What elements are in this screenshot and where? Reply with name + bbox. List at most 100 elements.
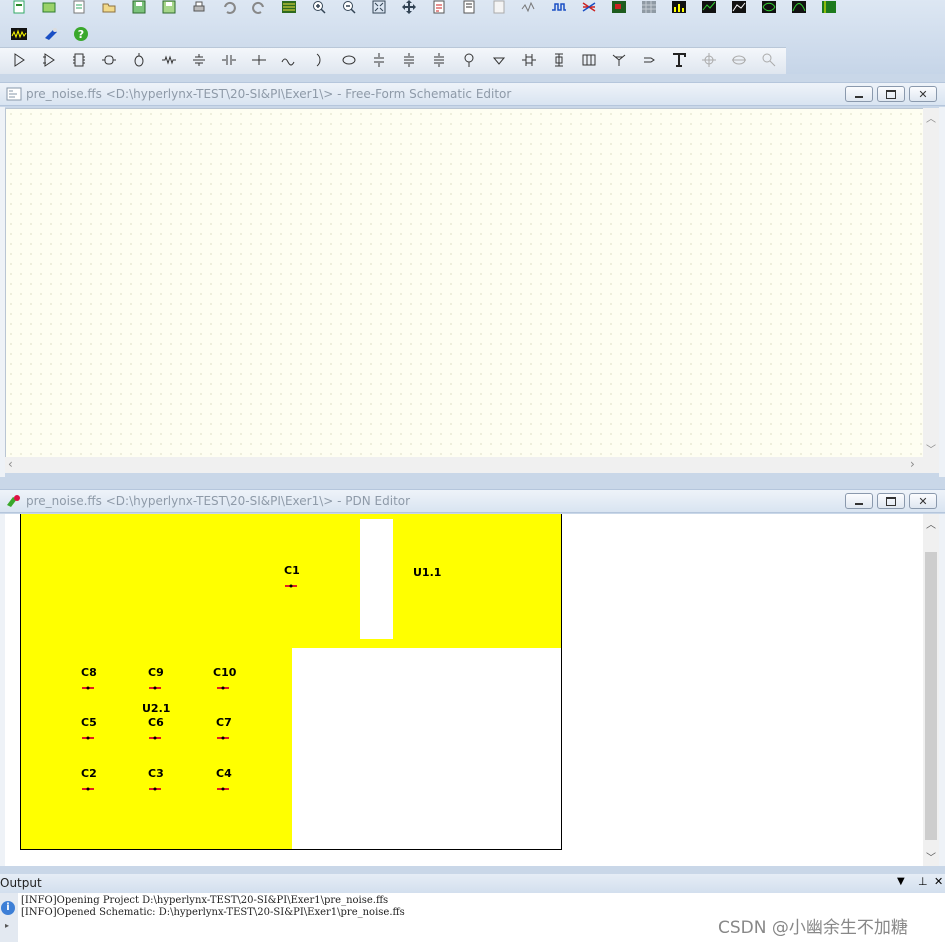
- schematic-horizontal-scrollbar[interactable]: ‹ ›: [5, 457, 923, 473]
- pan-icon[interactable]: [398, 0, 420, 18]
- scroll-down-arrow-icon[interactable]: ﹀: [926, 441, 936, 456]
- board-viewer-icon[interactable]: [278, 0, 300, 18]
- differential-line-icon[interactable]: [398, 49, 420, 71]
- minimize-button[interactable]: [845, 493, 873, 509]
- scroll-left-arrow-icon[interactable]: ‹: [8, 457, 13, 471]
- oscilloscope-icon[interactable]: [548, 0, 570, 18]
- scroll-up-arrow-icon[interactable]: ︿: [926, 110, 936, 125]
- ground-cap-icon[interactable]: [248, 49, 270, 71]
- close-icon[interactable]: ✕: [934, 875, 943, 888]
- eye-diagram-icon[interactable]: [758, 0, 780, 18]
- restore-button[interactable]: [877, 86, 905, 102]
- capacitor-marker-icon[interactable]: [149, 729, 161, 740]
- netlist-icon[interactable]: [458, 0, 480, 18]
- zoom-out-icon[interactable]: [338, 0, 360, 18]
- pdn-vertical-scrollbar[interactable]: ︿ ﹀: [923, 514, 939, 866]
- split-icon[interactable]: [518, 49, 540, 71]
- capacitor-marker-icon[interactable]: [285, 577, 297, 588]
- text-tool-icon[interactable]: [668, 49, 690, 71]
- capacitor-marker-icon[interactable]: [217, 780, 229, 791]
- component-c1[interactable]: C1: [284, 564, 300, 577]
- dropdown-arrow-icon[interactable]: ▼: [897, 876, 905, 887]
- pin-icon[interactable]: ⊥: [918, 875, 928, 888]
- package-icon[interactable]: [128, 49, 150, 71]
- capacitor-marker-icon[interactable]: [149, 679, 161, 690]
- inductor-icon[interactable]: [218, 49, 240, 71]
- open-file-icon[interactable]: [98, 0, 120, 18]
- component-c7[interactable]: C7: [216, 716, 232, 729]
- ground-icon[interactable]: [458, 49, 480, 71]
- capacitor-icon[interactable]: [188, 49, 210, 71]
- document-icon[interactable]: [488, 0, 510, 18]
- buffer-icon[interactable]: [8, 49, 30, 71]
- via-icon[interactable]: [338, 49, 360, 71]
- expand-arrow-icon[interactable]: ▸: [5, 921, 9, 930]
- component-c4[interactable]: C4: [216, 767, 232, 780]
- bar-chart-icon[interactable]: [668, 0, 690, 18]
- run-simulation-icon[interactable]: [6, 23, 32, 45]
- crosshair-icon[interactable]: [698, 49, 720, 71]
- stackup-line-icon[interactable]: [368, 49, 390, 71]
- component-c10[interactable]: C10: [213, 666, 236, 679]
- component-u2-1[interactable]: U2.1: [142, 702, 170, 715]
- board-3d-icon[interactable]: [608, 0, 630, 18]
- scroll-up-arrow-icon[interactable]: ︿: [926, 516, 936, 531]
- component-u1-1[interactable]: U1.1: [413, 566, 441, 579]
- report-icon[interactable]: [428, 0, 450, 18]
- zoom-in-icon[interactable]: [308, 0, 330, 18]
- open-schematic-icon[interactable]: [38, 0, 60, 18]
- bus-icon[interactable]: [578, 49, 600, 71]
- print-icon[interactable]: [188, 0, 210, 18]
- output-panel-body[interactable]: i ▸ [INFO]Opening Project D:\hyperlynx-T…: [0, 893, 945, 942]
- scrollbar-thumb[interactable]: [925, 552, 937, 840]
- pdn-icon[interactable]: [818, 0, 840, 18]
- new-board-icon[interactable]: [68, 0, 90, 18]
- swap-icon[interactable]: [728, 49, 750, 71]
- plot-icon[interactable]: [728, 0, 750, 18]
- component-c2[interactable]: C2: [81, 767, 97, 780]
- capacitor-marker-icon[interactable]: [217, 729, 229, 740]
- ferrite-icon[interactable]: [278, 49, 300, 71]
- layer-grid-icon[interactable]: [638, 0, 660, 18]
- capacitor-marker-icon[interactable]: [82, 679, 94, 690]
- save-as-icon[interactable]: [158, 0, 180, 18]
- y-junction-icon[interactable]: [608, 49, 630, 71]
- connector-icon[interactable]: [98, 49, 120, 71]
- coupler-icon[interactable]: [308, 49, 330, 71]
- component-c9[interactable]: C9: [148, 666, 164, 679]
- save-icon[interactable]: [128, 0, 150, 18]
- measure-icon[interactable]: [758, 49, 780, 71]
- pdn-canvas[interactable]: C1 U1.1 C8 C9 C10 U2.1 C5 C6 C7 C2 C3 C4: [5, 514, 923, 866]
- series-term-icon[interactable]: [488, 49, 510, 71]
- cable-icon[interactable]: [548, 49, 570, 71]
- capacitor-marker-icon[interactable]: [82, 729, 94, 740]
- restore-button[interactable]: [877, 493, 905, 509]
- component-c8[interactable]: C8: [81, 666, 97, 679]
- component-c6[interactable]: C6: [148, 716, 164, 729]
- component-c3[interactable]: C3: [148, 767, 164, 780]
- capacitor-marker-icon[interactable]: [82, 780, 94, 791]
- close-button[interactable]: ✕: [909, 493, 937, 509]
- flag-icon[interactable]: [638, 49, 660, 71]
- schematic-vertical-scrollbar[interactable]: ︿ ﹀: [923, 108, 939, 457]
- new-schematic-icon[interactable]: [8, 0, 30, 18]
- capacitor-marker-icon[interactable]: [149, 780, 161, 791]
- help-icon[interactable]: ?: [70, 23, 92, 45]
- schematic-window-titlebar[interactable]: pre_noise.ffs <D:\hyperlynx-TEST\20-SI&P…: [0, 82, 945, 106]
- ibis-buffer-icon[interactable]: [38, 49, 60, 71]
- capacitor-marker-icon[interactable]: [217, 679, 229, 690]
- stackup-icon[interactable]: [578, 0, 600, 18]
- zoom-fit-icon[interactable]: [368, 0, 390, 18]
- minimize-button[interactable]: [845, 86, 873, 102]
- terminator-wizard-icon[interactable]: [40, 23, 62, 45]
- ic-icon[interactable]: [68, 49, 90, 71]
- resistor-icon[interactable]: [158, 49, 180, 71]
- undo-icon[interactable]: [218, 0, 240, 18]
- redo-icon[interactable]: [248, 0, 270, 18]
- component-c5[interactable]: C5: [81, 716, 97, 729]
- size-grip-icon[interactable]: [923, 457, 939, 473]
- schematic-canvas[interactable]: [5, 108, 924, 459]
- probe-point-icon[interactable]: [428, 49, 450, 71]
- scroll-down-arrow-icon[interactable]: ﹀: [926, 849, 936, 864]
- sweep-icon[interactable]: [698, 0, 720, 18]
